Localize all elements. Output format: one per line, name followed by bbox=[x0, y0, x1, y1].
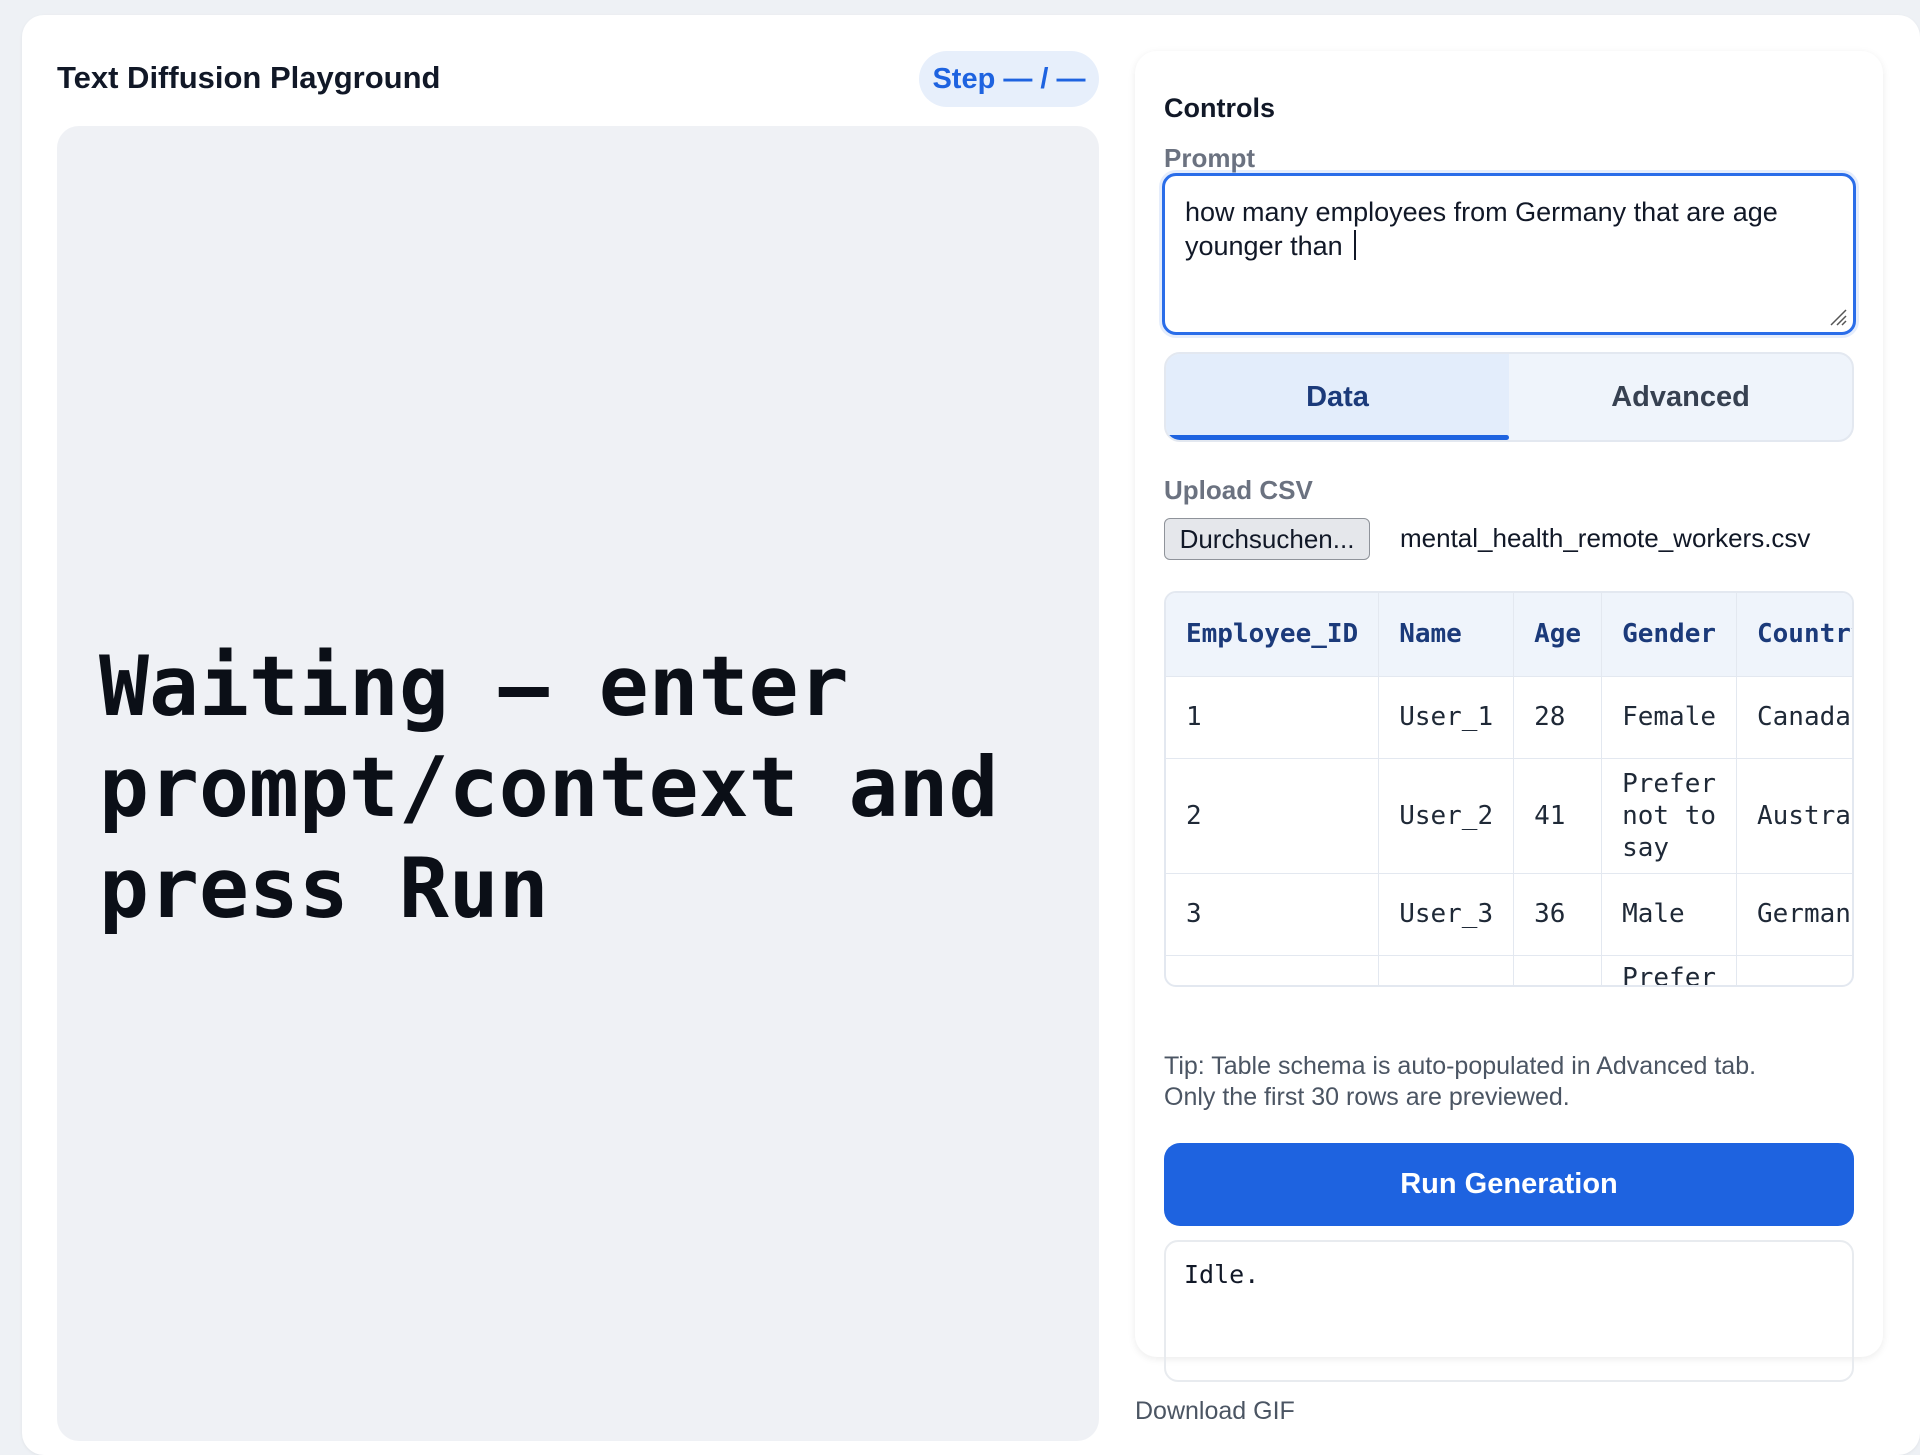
run-generation-button[interactable]: Run Generation bbox=[1164, 1143, 1854, 1226]
tip-line: Tip: Table schema is auto-populated in A… bbox=[1164, 1052, 1757, 1080]
table-cell bbox=[1378, 955, 1515, 985]
column-header: Gender bbox=[1601, 593, 1737, 677]
column-header: Age bbox=[1513, 593, 1603, 677]
prompt-label: Prompt bbox=[1164, 143, 1255, 173]
tab-data[interactable]: Data bbox=[1166, 354, 1509, 440]
table-header-row: Employee_ID Name Age Gender Country bbox=[1166, 593, 1852, 677]
canvas-waiting-message: Waiting — enter prompt/context and press… bbox=[99, 638, 999, 937]
table-cell: 41 bbox=[1513, 758, 1603, 874]
tab-bar: Data Advanced bbox=[1164, 352, 1854, 442]
table-cell: 1 bbox=[1166, 676, 1380, 759]
table-cell: Female bbox=[1601, 676, 1737, 759]
app-window: Text Diffusion Playground Step — / — Wai… bbox=[22, 15, 1920, 1455]
table-row: Prefer bbox=[1166, 955, 1852, 985]
table-cell: Canada bbox=[1736, 676, 1852, 759]
controls-heading: Controls bbox=[1164, 93, 1275, 123]
table-cell: 3 bbox=[1166, 873, 1380, 956]
table-cell: Australia bbox=[1736, 758, 1852, 874]
selected-file-name: mental_health_remote_workers.csv bbox=[1400, 523, 1811, 553]
table-cell: 28 bbox=[1513, 676, 1603, 759]
table-cell bbox=[1513, 955, 1603, 985]
tab-advanced[interactable]: Advanced bbox=[1509, 354, 1852, 440]
upload-csv-label: Upload CSV bbox=[1164, 475, 1313, 505]
table-cell: User_2 bbox=[1378, 758, 1515, 874]
step-badge: Step — / — bbox=[919, 51, 1099, 107]
csv-preview-table[interactable]: Employee_ID Name Age Gender Country 1 Us… bbox=[1164, 591, 1854, 987]
table-cell bbox=[1736, 955, 1852, 985]
table-cell bbox=[1166, 955, 1380, 985]
table-row: 1 User_1 28 Female Canada bbox=[1166, 676, 1852, 759]
table-cell: User_3 bbox=[1378, 873, 1515, 956]
table-cell: Prefer not to say bbox=[1601, 758, 1737, 874]
prompt-textarea[interactable]: how many employees from Germany that are… bbox=[1162, 173, 1856, 335]
tip-line: Only the first 30 rows are previewed. bbox=[1164, 1083, 1570, 1111]
column-header: Country bbox=[1736, 593, 1852, 677]
page-title: Text Diffusion Playground bbox=[57, 60, 441, 95]
column-header: Employee_ID bbox=[1166, 593, 1380, 677]
table-cell: User_1 bbox=[1378, 676, 1515, 759]
resize-handle-icon[interactable] bbox=[1827, 306, 1847, 326]
table-cell: 2 bbox=[1166, 758, 1380, 874]
table-cell: 36 bbox=[1513, 873, 1603, 956]
controls-panel: Controls Prompt how many employees from … bbox=[1135, 51, 1883, 1382]
table-cell: Germany bbox=[1736, 873, 1852, 956]
text-caret bbox=[1354, 230, 1357, 260]
prompt-text: how many employees from Germany that are… bbox=[1185, 197, 1778, 261]
download-gif-link[interactable]: Download GIF bbox=[1135, 1397, 1295, 1426]
table-row: 2 User_2 41 Prefer not to say Australia bbox=[1166, 758, 1852, 874]
status-text: Idle. bbox=[1184, 1260, 1260, 1289]
table-row: 3 User_3 36 Male Germany bbox=[1166, 873, 1852, 956]
tip-text: Tip: Table schema is auto-populated in A… bbox=[1164, 1051, 1864, 1113]
table-cell: Male bbox=[1601, 873, 1737, 956]
browse-file-button[interactable]: Durchsuchen... bbox=[1164, 518, 1370, 560]
table-cell: Prefer bbox=[1601, 955, 1737, 985]
diffusion-canvas: Waiting — enter prompt/context and press… bbox=[57, 126, 1099, 1441]
column-header: Name bbox=[1378, 593, 1515, 677]
status-output: Idle. bbox=[1164, 1240, 1854, 1382]
